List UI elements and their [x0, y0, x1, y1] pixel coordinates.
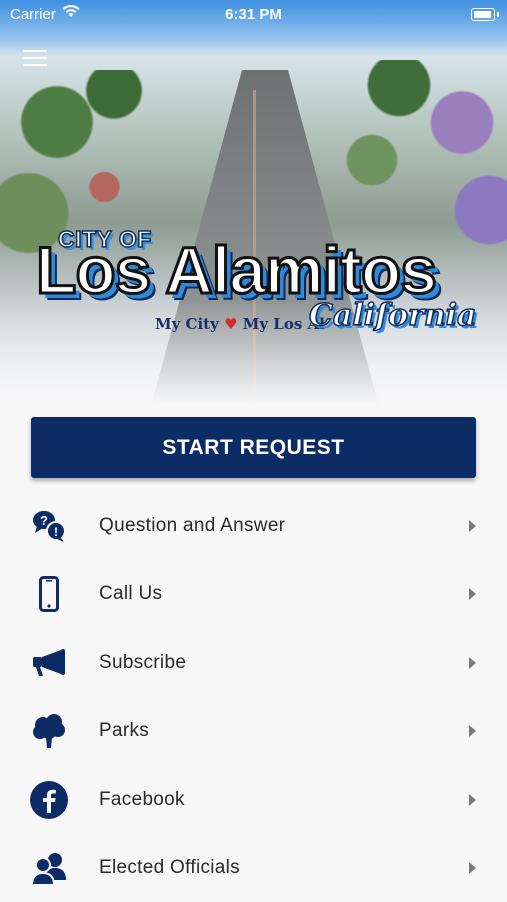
list-item-elected-officials[interactable]: Elected Officials: [0, 834, 507, 902]
list-item-label: Parks: [99, 720, 150, 742]
tree-icon: [30, 712, 68, 750]
city-logo: CITY OF Los Alamitos My City ♥ My Los Al…: [0, 0, 507, 405]
facebook-icon: [30, 780, 68, 819]
chevron-right-icon: [469, 861, 476, 874]
menu-list: ? ! Question and Answer Call Us Subscrib…: [0, 492, 507, 902]
chevron-right-icon: [469, 725, 476, 738]
svg-text:?: ?: [40, 513, 48, 528]
list-item-label: Call Us: [99, 583, 163, 605]
list-item-parks[interactable]: Parks: [0, 697, 507, 765]
start-request-button[interactable]: START REQUEST: [31, 417, 476, 478]
chevron-right-icon: [469, 656, 476, 669]
tagline-left: My City: [155, 315, 219, 333]
chevron-right-icon: [469, 520, 476, 532]
list-item-label: Subscribe: [99, 651, 187, 673]
chevron-right-icon: [469, 588, 476, 601]
hero-banner: Carrier 6:31 PM CITY OF Los Alamitos My …: [0, 0, 507, 405]
question-answer-icon: ? !: [30, 507, 68, 545]
chevron-right-icon: [469, 793, 476, 806]
officials-icon: [30, 849, 68, 887]
logo-city-name: Los Alamitos: [35, 232, 439, 309]
heart-icon: ♥: [224, 315, 238, 333]
phone-icon: [30, 575, 68, 613]
logo-state: California: [308, 297, 477, 334]
list-item-question-and-answer[interactable]: ? ! Question and Answer: [0, 492, 507, 560]
list-item-label: Facebook: [99, 788, 185, 810]
logo-tagline: My City ♥ My Los Al: [155, 315, 325, 333]
list-item-call-us[interactable]: Call Us: [0, 560, 507, 628]
list-item-label: Question and Answer: [99, 515, 286, 536]
list-item-subscribe[interactable]: Subscribe: [0, 629, 507, 697]
megaphone-icon: [30, 644, 68, 682]
list-item-facebook[interactable]: Facebook: [0, 766, 507, 834]
svg-text:!: !: [54, 525, 58, 539]
list-item-label: Elected Officials: [99, 856, 240, 878]
